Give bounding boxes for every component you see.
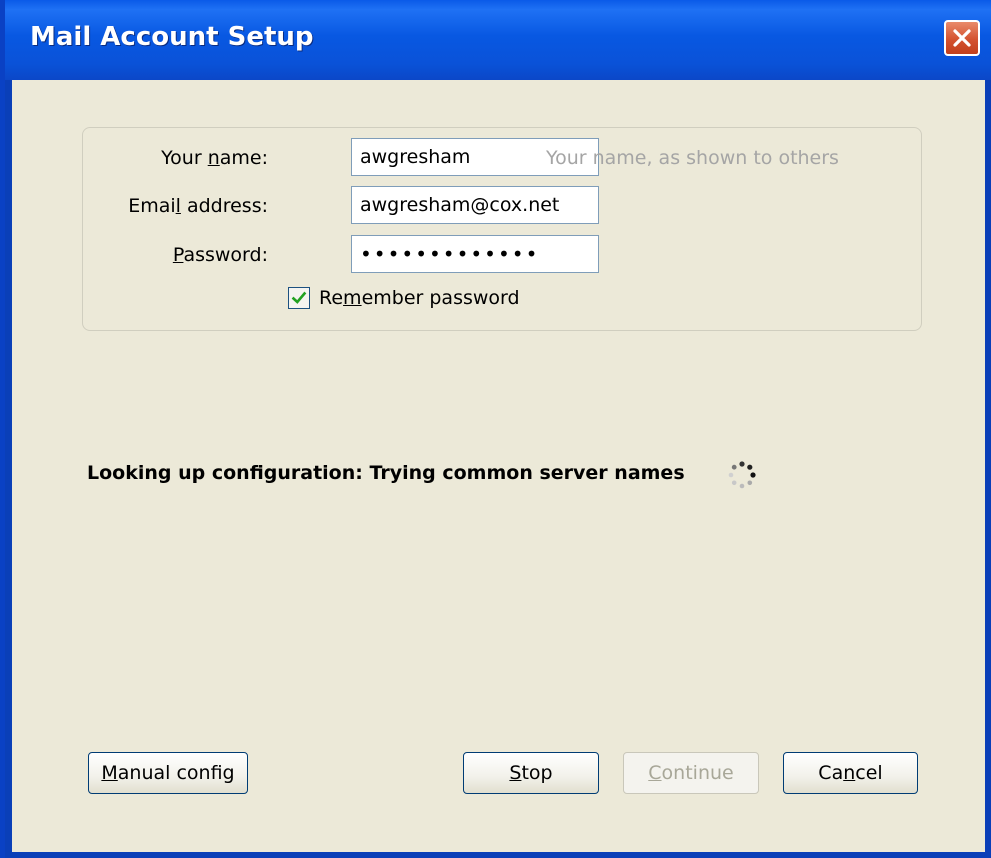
mail-account-setup-dialog: Mail Account Setup Your name: awgresham … (0, 0, 991, 858)
password-label: Password: (172, 244, 268, 266)
email-input[interactable]: awgresham@cox.net (351, 186, 599, 224)
account-details-group: Your name: awgresham Your name, as shown… (82, 127, 922, 331)
remember-password-label[interactable]: Remember password (319, 287, 520, 309)
email-input-value: awgresham@cox.net (360, 194, 560, 216)
dialog-title: Mail Account Setup (30, 22, 314, 52)
stop-button[interactable]: Stop (463, 752, 599, 794)
manual-config-button[interactable]: Manual config (88, 752, 248, 794)
checkmark-icon (291, 291, 307, 304)
dialog-client-area: Your name: awgresham Your name, as shown… (12, 80, 985, 852)
continue-button[interactable]: Continue (623, 752, 759, 794)
name-input-value: awgresham (360, 146, 471, 168)
password-input[interactable]: ••••••••••••• (351, 235, 599, 273)
close-icon (953, 29, 971, 47)
status-text: Looking up configuration: Trying common … (87, 462, 685, 484)
title-bar[interactable]: Mail Account Setup (5, 0, 991, 80)
cancel-button[interactable]: Ca n cel (783, 752, 918, 794)
password-mask: ••••••••••••• (360, 242, 540, 266)
name-label: Your name: (161, 147, 268, 169)
name-hint: Your name, as shown to others (546, 147, 839, 169)
close-button[interactable] (944, 20, 980, 56)
loading-spinner-icon (728, 461, 756, 489)
email-label: Email address: (128, 195, 268, 217)
remember-password-checkbox[interactable] (288, 287, 310, 309)
